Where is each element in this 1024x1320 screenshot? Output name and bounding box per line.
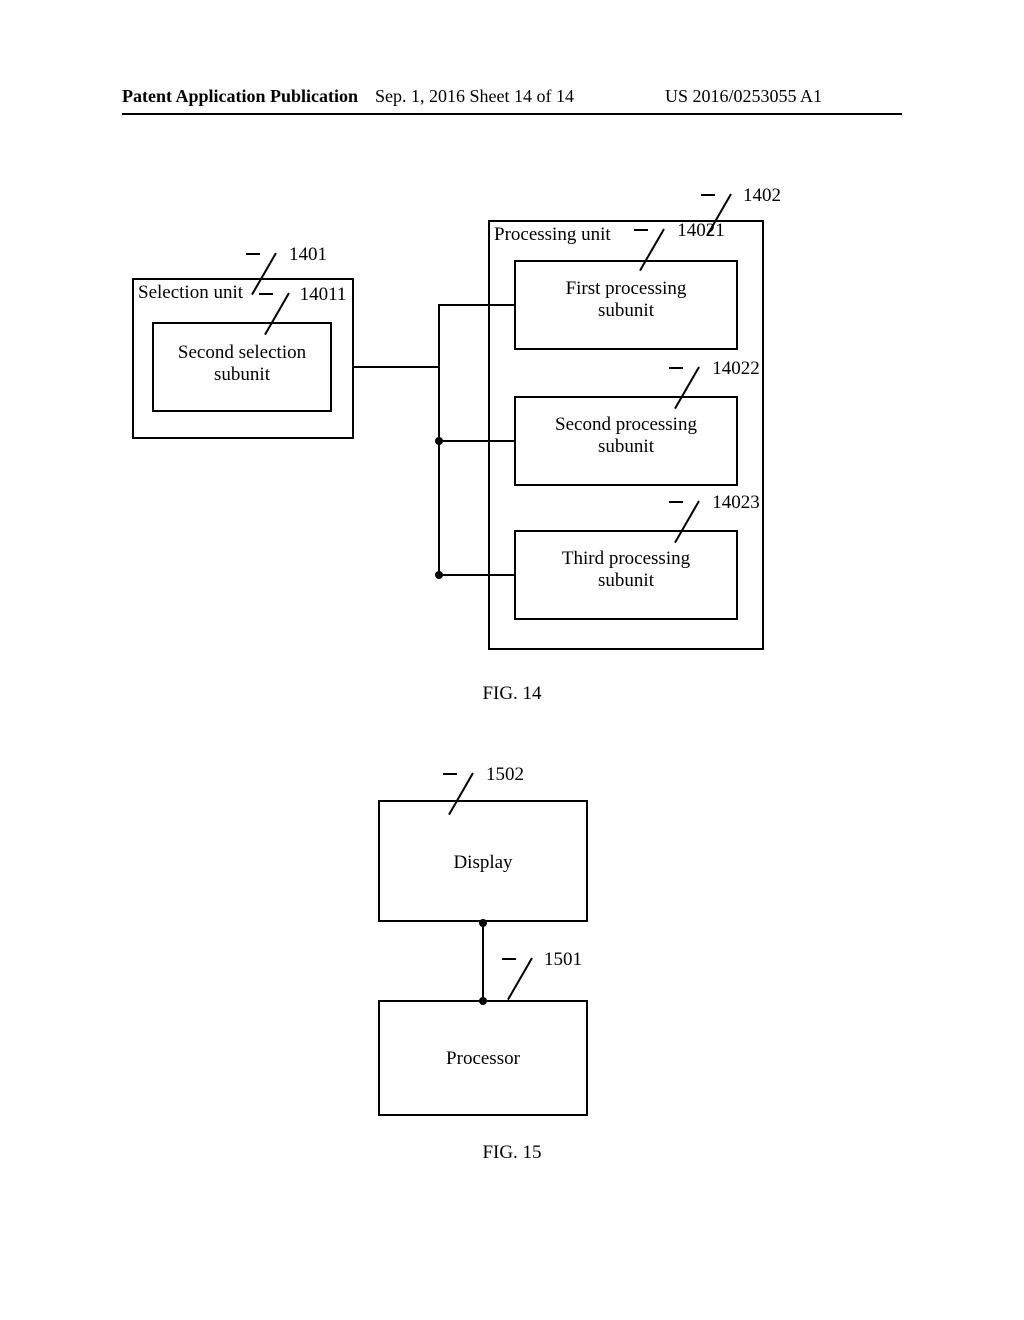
ref-14022: 14022 bbox=[705, 358, 767, 380]
junction-dot-2 bbox=[435, 571, 443, 579]
bus-seg-5 bbox=[438, 574, 514, 576]
first-processing-subunit-label: First processing subunit bbox=[514, 278, 738, 322]
second-selection-subunit-label: Second selection subunit bbox=[152, 342, 332, 386]
selection-unit-label: Selection unit bbox=[138, 282, 258, 304]
bus-seg-3 bbox=[438, 304, 514, 306]
ref-1501: 1501 bbox=[538, 949, 588, 971]
ref-1401: 1401 bbox=[283, 244, 333, 266]
fig15-caption: FIG. 15 bbox=[0, 1142, 1024, 1164]
bus-seg-1 bbox=[354, 366, 440, 368]
processing-unit-label: Processing unit bbox=[494, 224, 634, 246]
fig15-junction-bottom bbox=[479, 997, 487, 1005]
second-processing-subunit-label: Second processing subunit bbox=[514, 414, 738, 458]
ref-1502: 1502 bbox=[480, 764, 530, 786]
third-processing-subunit-label: Third processing subunit bbox=[514, 548, 738, 592]
ref-1402: 1402 bbox=[737, 185, 787, 207]
header-left: Patent Application Publication bbox=[122, 86, 358, 107]
fig15-junction-top bbox=[479, 919, 487, 927]
ref-14021: 14021 bbox=[670, 220, 732, 242]
processor-label: Processor bbox=[378, 1048, 588, 1070]
header-mid: Sep. 1, 2016 Sheet 14 of 14 bbox=[375, 86, 574, 107]
fig15-link bbox=[482, 922, 484, 1000]
junction-dot-1 bbox=[435, 437, 443, 445]
fig14-caption: FIG. 14 bbox=[0, 683, 1024, 705]
display-label: Display bbox=[378, 852, 588, 874]
ref-14023: 14023 bbox=[705, 492, 767, 514]
header-rule bbox=[122, 113, 902, 115]
ref-14011: 14011 bbox=[293, 284, 353, 306]
bus-seg-4 bbox=[438, 440, 514, 442]
header-right: US 2016/0253055 A1 bbox=[665, 86, 822, 107]
